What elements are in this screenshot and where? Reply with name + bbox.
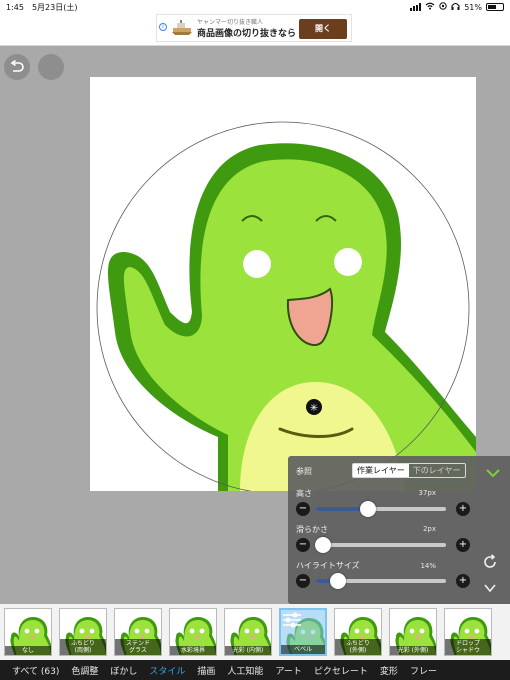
ad-subtext: ヤャンマー切り抜き職人 [197,19,264,26]
effect-thumbnail-label: ドロップ シャドウ [445,639,491,655]
effect-thumbnail[interactable]: 光彩 (外側) [389,608,437,656]
segment-lower-layer[interactable]: 下のレイヤー [409,464,465,477]
category-tab[interactable]: アート [275,664,301,677]
location-icon [439,2,447,12]
effect-thumbnail[interactable]: ふちどり (両側) [59,608,107,656]
effect-thumbnail[interactable]: ベベル [279,608,327,656]
effect-thumbnail[interactable]: 光彩 (内側) [224,608,272,656]
effect-thumbnail[interactable]: 水彩境界 [169,608,217,656]
effect-thumbnail-label: 光彩 (内側) [225,646,271,655]
smoothness-label: 滑らかさ [296,525,328,534]
effect-thumbnail-strip: なし ふちどり (両側) ステンド グラス 水彩境界 光彩 (内側) ベベル ふちどり (外… [0,604,510,660]
highlight-size-label: ハイライトサイズ [296,561,360,570]
smoothness-slider[interactable] [314,537,446,553]
ad-headline: 商品画像の切り抜きなら [197,29,297,39]
svg-text:✳: ✳ [310,403,318,414]
reference-segmented-control: 作業レイヤー 下のレイヤー [352,463,466,478]
category-tab[interactable]: 描画 [197,664,215,677]
effect-thumbnail-label: なし [5,646,51,655]
reset-icon[interactable] [482,554,498,570]
effect-thumbnail-label: ふちどり (両側) [60,639,106,655]
status-bar: 1:45 5月23日(土) 51% [0,0,510,14]
highlight-increase-button[interactable]: + [456,574,470,588]
category-tab[interactable]: 色調整 [71,664,98,677]
category-tab[interactable]: ぼかし [110,664,137,677]
left-eye [243,250,271,278]
effect-thumbnail-label: ステンド グラス [115,639,161,655]
checkmark-chevron-icon[interactable] [484,464,502,480]
smoothness-increase-button[interactable]: + [456,538,470,552]
canvas[interactable]: ✳ [90,77,476,491]
status-icons: 51% [410,2,504,12]
category-tab[interactable]: 変形 [380,664,398,677]
cellular-signal-icon [410,3,422,11]
ad-open-button[interactable]: 開く [299,19,347,39]
battery-icon [486,3,504,11]
wifi-icon [425,2,435,12]
undo-arrow-icon [10,60,24,72]
highlight-size-slider[interactable] [316,573,446,589]
ad-banner[interactable]: i ヤャンマー切り抜き職人 商品画像の切り抜きなら 開く [156,14,352,42]
effect-thumbnail[interactable]: ステンド グラス [114,608,162,656]
filter-category-bar: すべて (63) 色調整 ぼかし スタイル 描画 人工知能 アート ピクセレート 変形 フレー [0,660,510,680]
effect-thumbnail[interactable]: なし [4,608,52,656]
category-tab[interactable]: スタイル [149,664,185,677]
height-increase-button[interactable]: + [456,502,470,516]
height-decrease-button[interactable]: − [296,502,310,516]
height-slider[interactable] [316,501,446,517]
highlight-decrease-button[interactable]: − [296,574,310,588]
ad-info-icon[interactable]: i [159,23,167,31]
height-value: 37px [418,489,437,497]
effect-thumbnail[interactable]: ふちどり (外側) [334,608,382,656]
height-slider-fill [316,507,365,511]
height-label: 高さ [296,489,312,498]
smoothness-value: 2px [422,525,436,533]
bevel-settings-panel: 参照 作業レイヤー 下のレイヤー 高さ 37px − + 滑らかさ 2px − … [288,456,510,604]
status-time: 1:45 [6,2,24,12]
effect-thumbnail-label: ふちどり (外側) [335,639,381,655]
effect-thumbnail-label: 光彩 (外側) [390,646,436,655]
right-eye [334,248,362,276]
redo-button[interactable] [38,54,64,80]
segment-work-layer[interactable]: 作業レイヤー [353,464,409,477]
effect-thumbnail[interactable]: ドロップ シャドウ [444,608,492,656]
category-tab[interactable]: すべて (63) [12,664,59,677]
undo-button[interactable] [4,54,30,80]
chevron-down-icon[interactable] [482,580,498,596]
category-tab[interactable]: ピクセレート [314,664,368,677]
highlight-slider-knob[interactable] [330,573,347,589]
battery-percent: 51% [464,2,482,12]
category-tab[interactable]: フレー [410,664,437,677]
smoothness-decrease-button[interactable]: − [296,538,310,552]
status-date: 5月23日(土) [31,2,78,12]
ad-image [171,19,193,37]
reference-label: 参照 [296,467,312,476]
headphones-icon [451,2,460,12]
ad-strip: i ヤャンマー切り抜き職人 商品画像の切り抜きなら 開く [0,14,510,46]
height-slider-knob[interactable] [360,501,377,517]
effect-thumbnail-label: 水彩境界 [170,646,216,655]
smoothness-slider-knob[interactable] [314,537,331,553]
highlight-size-value: 14% [420,562,436,570]
effect-thumbnail-label: ベベル [281,645,325,654]
category-tab[interactable]: 人工知能 [227,664,263,677]
character-artwork: ✳ [96,121,476,491]
